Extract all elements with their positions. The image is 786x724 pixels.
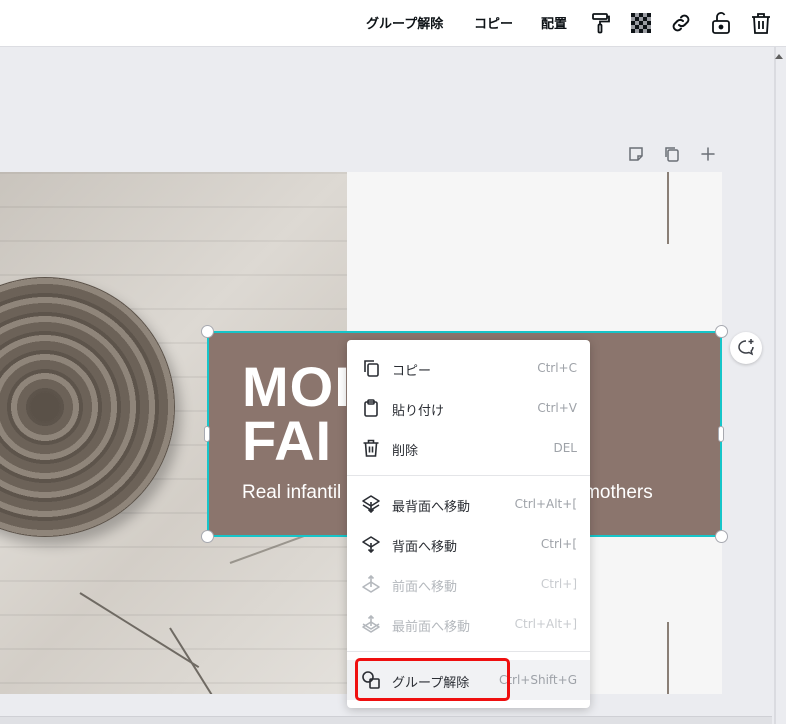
menu-item-paste[interactable]: 貼り付け Ctrl+V — [347, 388, 590, 428]
title-line-1: MOI — [242, 355, 351, 418]
crochet-coaster-image — [0, 277, 175, 537]
menu-item-copy[interactable]: コピー Ctrl+C — [347, 348, 590, 388]
unlock-icon[interactable] — [709, 11, 733, 35]
menu-item-shortcut: Ctrl+C — [537, 361, 577, 375]
link-icon[interactable] — [669, 11, 693, 35]
paint-roller-icon[interactable] — [589, 11, 613, 35]
menu-divider — [347, 475, 590, 476]
menu-item-ungroup[interactable]: グループ解除 Ctrl+Shift+G — [347, 660, 590, 700]
arrange-button[interactable]: 配置 — [541, 13, 567, 32]
resize-handle-bottom-right[interactable] — [715, 530, 728, 543]
wood-crack — [169, 627, 235, 694]
comment-plus-icon — [738, 339, 754, 356]
trash-icon — [361, 438, 381, 458]
decorative-line-top — [667, 172, 669, 244]
menu-item-shortcut: Ctrl+V — [537, 401, 577, 415]
menu-item-send-to-back[interactable]: 最背面へ移動 Ctrl+Alt+[ — [347, 484, 590, 524]
menu-item-shortcut: Ctrl+[ — [540, 537, 577, 551]
menu-item-shortcut: Ctrl+Alt+[ — [514, 497, 577, 511]
menu-item-label: グループ解除 — [392, 676, 470, 691]
send-to-back-icon — [361, 494, 381, 514]
menu-item-shortcut: Ctrl+] — [540, 577, 577, 591]
menu-item-bring-forward: 前面へ移動 Ctrl+] — [347, 564, 590, 604]
decorative-line-bottom — [667, 622, 669, 694]
vertical-scrollbar[interactable] — [772, 47, 786, 724]
copy-button[interactable]: コピー — [474, 13, 513, 32]
scroll-up-arrow-icon[interactable] — [775, 54, 783, 59]
menu-item-label: 最背面へ移動 — [392, 500, 471, 515]
menu-item-shortcut: DEL — [553, 441, 577, 455]
banner-title: MOI FAI — [242, 355, 351, 472]
duplicate-page-icon[interactable] — [663, 145, 681, 163]
resize-handle-bottom-left[interactable] — [201, 530, 214, 543]
menu-item-label: 最前面へ移動 — [392, 620, 471, 635]
note-icon[interactable] — [627, 145, 645, 163]
add-page-icon[interactable] — [699, 145, 717, 163]
resize-handle-top-left[interactable] — [201, 325, 214, 338]
ungroup-button[interactable]: グループ解除 — [366, 13, 443, 32]
bring-forward-icon — [361, 574, 381, 594]
resize-handle-top-right[interactable] — [715, 325, 728, 338]
menu-item-label: 前面へ移動 — [392, 580, 458, 595]
menu-item-label: 削除 — [392, 444, 419, 459]
menu-item-label: コピー — [392, 364, 432, 379]
menu-item-delete[interactable]: 削除 DEL — [347, 428, 590, 468]
scroll-track[interactable] — [774, 47, 776, 724]
top-toolbar: グループ解除 コピー 配置 — [0, 0, 786, 47]
trash-icon[interactable] — [749, 11, 773, 35]
add-comment-button[interactable] — [730, 332, 762, 364]
menu-item-shortcut: Ctrl+Shift+G — [498, 673, 577, 687]
menu-item-shortcut: Ctrl+Alt+] — [514, 617, 577, 631]
wood-crack — [79, 592, 200, 669]
menu-item-label: 貼り付け — [392, 404, 445, 419]
copy-icon — [361, 358, 381, 378]
resize-handle-right[interactable] — [718, 426, 724, 442]
bottom-panel-edge — [0, 716, 772, 724]
menu-item-send-backward[interactable]: 背面へ移動 Ctrl+[ — [347, 524, 590, 564]
bring-to-front-icon — [361, 614, 381, 634]
menu-divider — [347, 651, 590, 652]
send-backward-icon — [361, 534, 381, 554]
title-line-2: FAI — [242, 409, 333, 472]
paste-icon — [361, 398, 381, 418]
resize-handle-left[interactable] — [204, 426, 210, 442]
context-menu: コピー Ctrl+C 貼り付け Ctrl+V 削除 DEL 最背面へ移動 Ctr… — [347, 340, 590, 708]
menu-item-label: 背面へ移動 — [392, 540, 458, 555]
menu-item-bring-to-front: 最前面へ移動 Ctrl+Alt+] — [347, 604, 590, 644]
ungroup-icon — [361, 670, 381, 690]
transparency-icon[interactable] — [629, 11, 653, 35]
